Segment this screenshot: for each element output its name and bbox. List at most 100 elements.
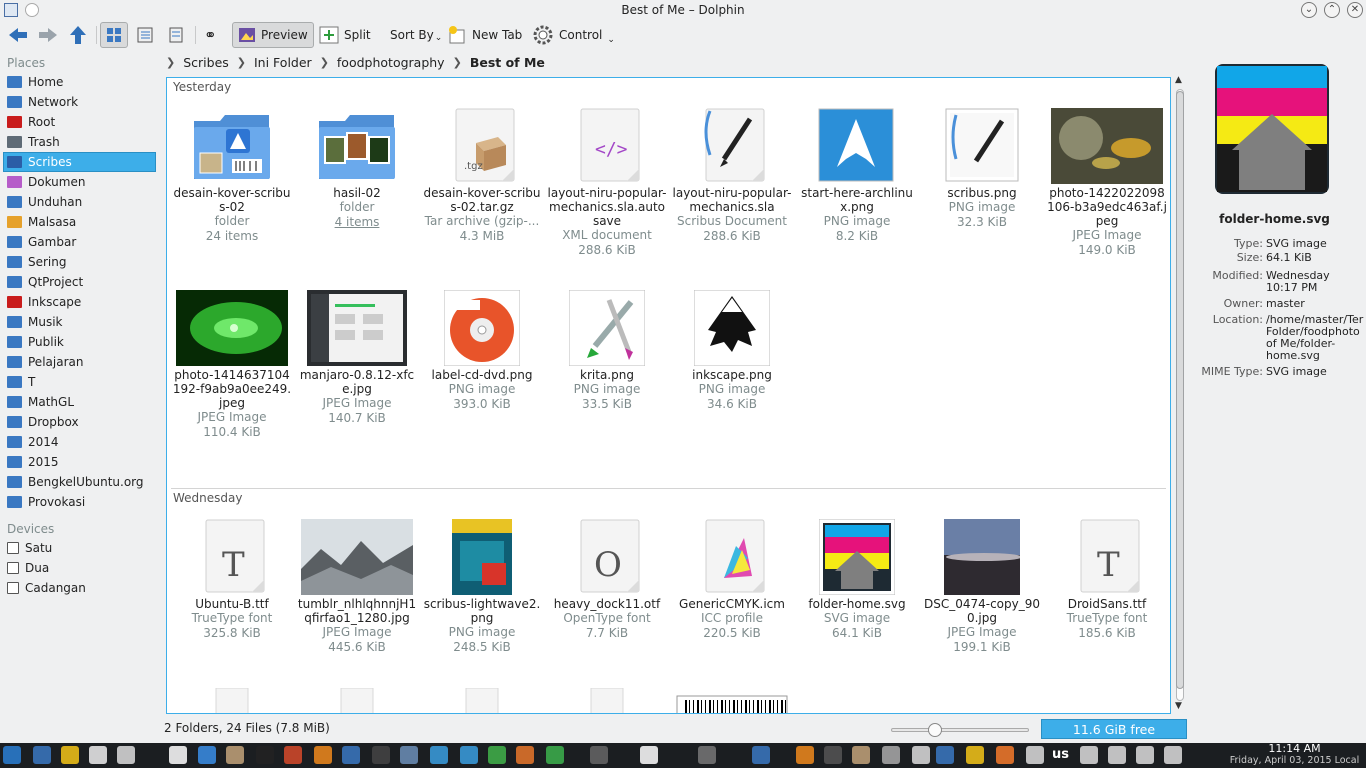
scribus-icon[interactable] <box>89 746 107 764</box>
clock[interactable]: 11:14 AM Friday, April 03, 2015 Local <box>1227 743 1362 767</box>
browser-icon[interactable] <box>342 746 360 764</box>
forward-button[interactable] <box>32 22 64 48</box>
places-item[interactable]: Dokumen <box>0 172 160 192</box>
breadcrumb-separator[interactable]: ❯ <box>320 56 329 69</box>
places-item[interactable]: Dropbox <box>0 412 160 432</box>
calculator-icon[interactable] <box>400 746 418 764</box>
kde-menu-icon[interactable] <box>3 746 21 764</box>
keyboard-icon[interactable] <box>966 746 984 764</box>
file-item[interactable]: inkscape.png PNG image 34.6 KiB <box>670 288 794 411</box>
file-item[interactable]: krita.png PNG image 33.5 KiB <box>545 288 669 411</box>
firefox-icon[interactable] <box>516 746 534 764</box>
document-icon[interactable] <box>169 746 187 764</box>
phone-icon[interactable] <box>1080 746 1098 764</box>
places-splitter[interactable] <box>160 52 164 714</box>
file-item-partial[interactable] <box>295 688 419 713</box>
breadcrumb-item[interactable]: foodphotography <box>337 55 445 70</box>
scissors-icon[interactable] <box>1026 746 1044 764</box>
device-item[interactable]: Satu <box>0 538 160 558</box>
console-icon[interactable] <box>372 746 390 764</box>
tools-icon[interactable] <box>882 746 900 764</box>
window-list-icon[interactable] <box>117 746 135 764</box>
scroll-down-arrow[interactable]: ▼ <box>1175 701 1182 711</box>
zoom-slider-handle[interactable] <box>928 723 942 737</box>
file-item[interactable]: hasil-02 folder 4 items <box>295 106 419 229</box>
file-item[interactable]: T Ubuntu-B.ttf TrueType font 325.8 KiB <box>170 517 294 640</box>
chromium-icon[interactable] <box>198 746 216 764</box>
terminal-icon[interactable] <box>256 746 274 764</box>
file-item[interactable]: start-here-archlinux.png PNG image 8.2 KiB <box>795 106 919 243</box>
qt-icon[interactable] <box>488 746 506 764</box>
breadcrumb-separator[interactable]: ❯ <box>453 56 462 69</box>
file-item[interactable]: manjaro-0.8.12-xfce.jpg JPEG Image 140.7 K… <box>295 288 419 425</box>
file-item[interactable]: GenericCMYK.icm ICC profile 220.5 KiB <box>670 517 794 640</box>
breadcrumb-item[interactable]: Scribes <box>183 55 229 70</box>
scroll-thumb[interactable] <box>1176 91 1184 689</box>
lamp-icon[interactable] <box>996 746 1014 764</box>
minimize-button[interactable]: ⌄ <box>1301 2 1317 18</box>
file-item[interactable]: DSC_0474-copy_900.jpg JPEG Image 199.1 KiB <box>920 517 1044 654</box>
barcode-thumbnail[interactable] <box>670 694 794 713</box>
file-item-partial[interactable] <box>420 688 544 713</box>
places-item[interactable]: Trash <box>0 132 160 152</box>
file-item[interactable]: Oheavy_dock11.otf OpenType font 7.7 KiB <box>545 517 669 640</box>
file-item[interactable]: .tgz desain-kover-scribus-02.tar.gz Tar ar… <box>420 106 544 243</box>
file-item[interactable]: photo-1414637104192-f9ab9a0ee249.jpeg JPE… <box>170 288 294 439</box>
split-button[interactable]: Split <box>314 22 376 48</box>
places-item[interactable]: Inkscape <box>0 292 160 312</box>
zoom-slider[interactable] <box>891 723 1029 737</box>
icons-view-button[interactable] <box>100 22 128 48</box>
control-menu[interactable]: Control ⌄ <box>527 22 620 48</box>
on-all-desktops-button[interactable] <box>25 3 39 17</box>
places-item[interactable]: Musik <box>0 312 160 332</box>
places-item[interactable]: Gambar <box>0 232 160 252</box>
vertical-scrollbar[interactable]: ▲ ▼ <box>1173 75 1187 714</box>
file-item[interactable]: scribus-lightwave2.png PNG image 248.5 KiB <box>420 517 544 654</box>
dolphin-task-icon[interactable] <box>640 746 658 764</box>
lightbulb-icon[interactable] <box>61 746 79 764</box>
gimp-icon[interactable] <box>284 746 302 764</box>
breadcrumb-separator[interactable]: ❯ <box>166 56 175 69</box>
archive-tray-icon[interactable] <box>852 746 870 764</box>
file-item[interactable]: T DroidSans.ttf TrueType font 185.6 KiB <box>1045 517 1169 640</box>
places-item[interactable]: Root <box>0 112 160 132</box>
free-space-indicator[interactable]: 11.6 GiB free <box>1041 719 1187 739</box>
scroll-up-arrow[interactable]: ▲ <box>1175 75 1182 85</box>
places-item[interactable]: Unduhan <box>0 192 160 212</box>
up-button[interactable] <box>63 22 93 48</box>
download-icon[interactable] <box>430 746 448 764</box>
file-item[interactable]: layout-niru-popular-mechanics.sla Scribus… <box>670 106 794 243</box>
window-task-icon[interactable] <box>590 746 608 764</box>
places-item[interactable]: Pelajaran <box>0 352 160 372</box>
places-item[interactable]: 2014 <box>0 432 160 452</box>
vlc-task-icon[interactable] <box>796 746 814 764</box>
places-item[interactable]: Scribes <box>3 152 156 172</box>
places-item[interactable]: Sering <box>0 252 160 272</box>
breadcrumb-item[interactable]: Ini Folder <box>254 55 312 70</box>
places-item[interactable]: QtProject <box>0 272 160 292</box>
breadcrumb-item[interactable]: Best of Me <box>470 55 545 70</box>
file-item[interactable]: label-cd-dvd.png PNG image 393.0 KiB <box>420 288 544 411</box>
file-item[interactable]: folder-home.svg SVG image 64.1 KiB <box>795 517 919 640</box>
device-item[interactable]: Cadangan <box>0 578 160 598</box>
task-icon[interactable] <box>698 746 716 764</box>
file-view[interactable]: Yesterday Wednesday desain-kover-scribus… <box>166 77 1171 714</box>
places-item[interactable]: Home <box>0 72 160 92</box>
places-item[interactable]: Provokasi <box>0 492 160 512</box>
file-item[interactable]: photo-1422022098106-b3a9edc463af.jpeg JPE… <box>1045 106 1169 257</box>
preview-toggle[interactable]: Preview <box>232 22 314 48</box>
window-menu-icon[interactable] <box>4 3 18 17</box>
vlc-icon[interactable] <box>314 746 332 764</box>
sort-by-menu[interactable]: Sort By ⌄ <box>385 22 447 48</box>
new-tab-button[interactable]: New Tab <box>442 22 527 48</box>
maximize-button[interactable]: ⌃ <box>1324 2 1340 18</box>
task-icon[interactable] <box>752 746 770 764</box>
keyboard-layout-indicator[interactable]: us <box>1052 747 1069 762</box>
compact-view-button[interactable] <box>132 22 158 48</box>
places-item[interactable]: Publik <box>0 332 160 352</box>
places-item[interactable]: MathGL <box>0 392 160 412</box>
file-item-partial[interactable] <box>170 688 294 713</box>
places-item[interactable]: 2015 <box>0 452 160 472</box>
bluetooth-icon[interactable] <box>936 746 954 764</box>
file-item[interactable]: tumblr_nlhlqhnnjH1qfirfao1_1280.jpg JPEG … <box>295 517 419 654</box>
